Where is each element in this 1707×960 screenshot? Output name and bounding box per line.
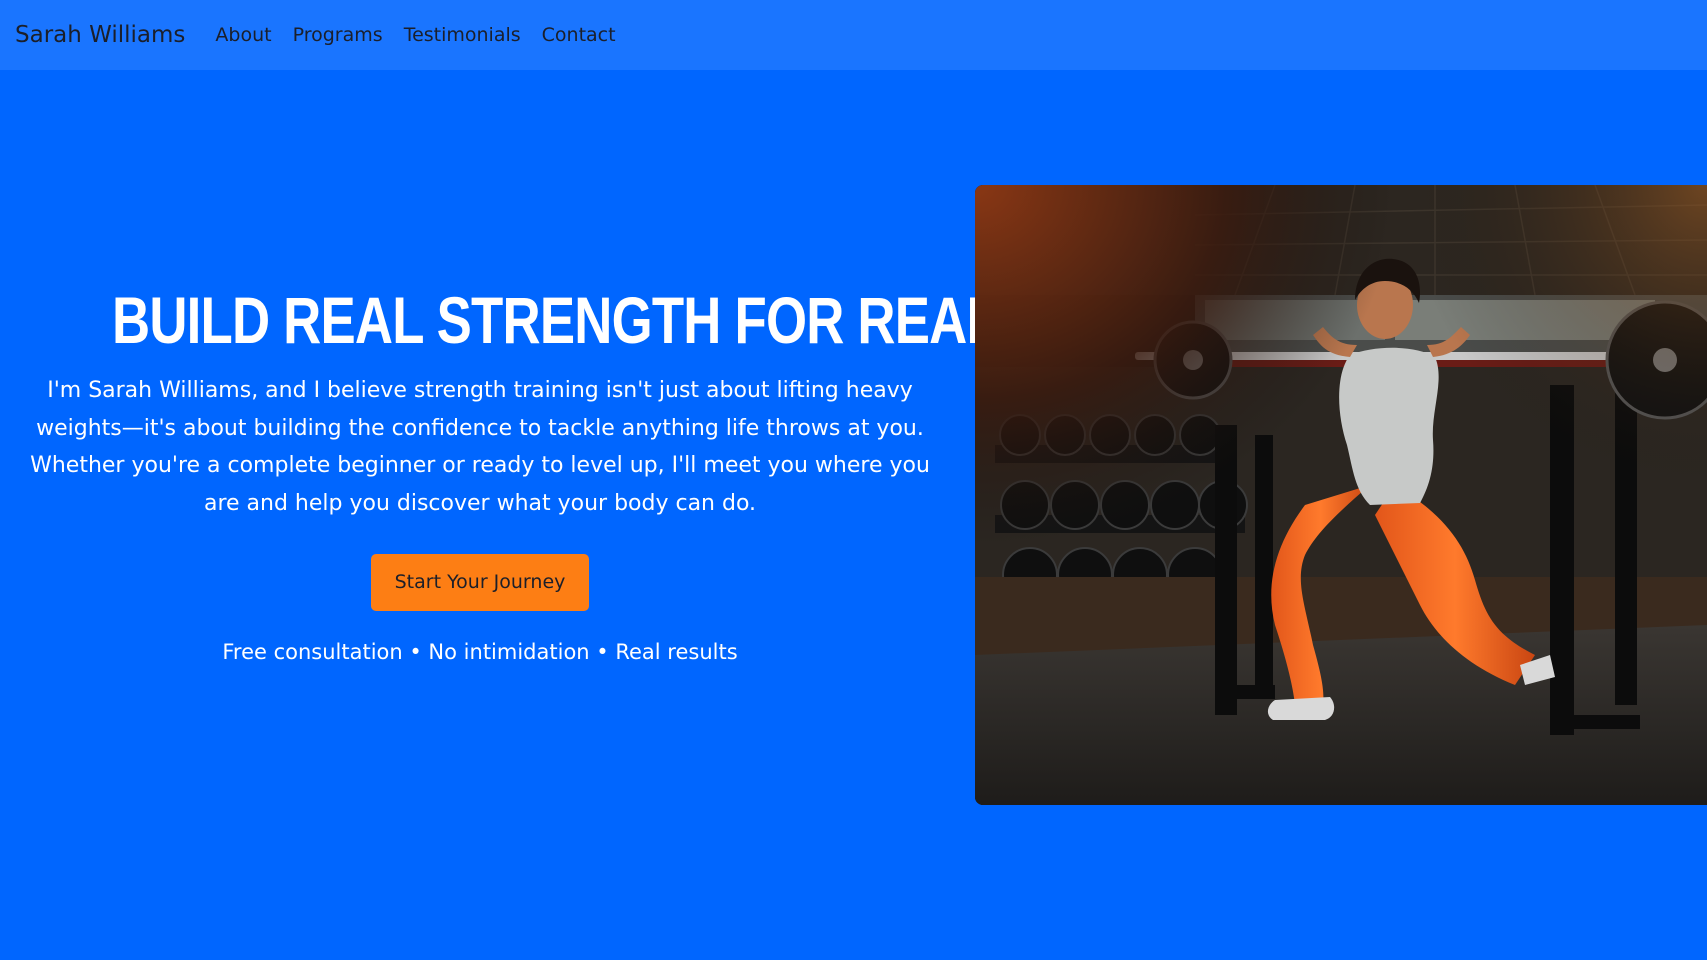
nav-item-about: About bbox=[215, 24, 271, 46]
hero-section: Build Real Strength for Real Life I'm Sa… bbox=[20, 280, 1123, 667]
nav-link-about[interactable]: About bbox=[215, 24, 271, 46]
nav-item-testimonials: Testimonials bbox=[404, 24, 521, 46]
nav-item-programs: Programs bbox=[293, 24, 383, 46]
hero-photo bbox=[975, 185, 1707, 805]
nav-item-contact: Contact bbox=[542, 24, 616, 46]
brand-link[interactable]: Sarah Williams bbox=[15, 22, 185, 48]
hero-note: Free consultation • No intimidation • Re… bbox=[222, 640, 738, 664]
hero-title: Build Real Strength for Real Life bbox=[112, 283, 1123, 357]
nav-link-contact[interactable]: Contact bbox=[542, 24, 616, 46]
nav-link-testimonials[interactable]: Testimonials bbox=[404, 24, 521, 46]
nav-links: About Programs Testimonials Contact bbox=[215, 24, 615, 46]
navbar: Sarah Williams About Programs Testimonia… bbox=[0, 0, 1707, 70]
gym-lunge-photo bbox=[975, 185, 1707, 805]
start-journey-button[interactable]: Start Your Journey bbox=[371, 554, 589, 611]
nav-link-programs[interactable]: Programs bbox=[293, 24, 383, 46]
hero-description: I'm Sarah Williams, and I believe streng… bbox=[30, 378, 930, 516]
